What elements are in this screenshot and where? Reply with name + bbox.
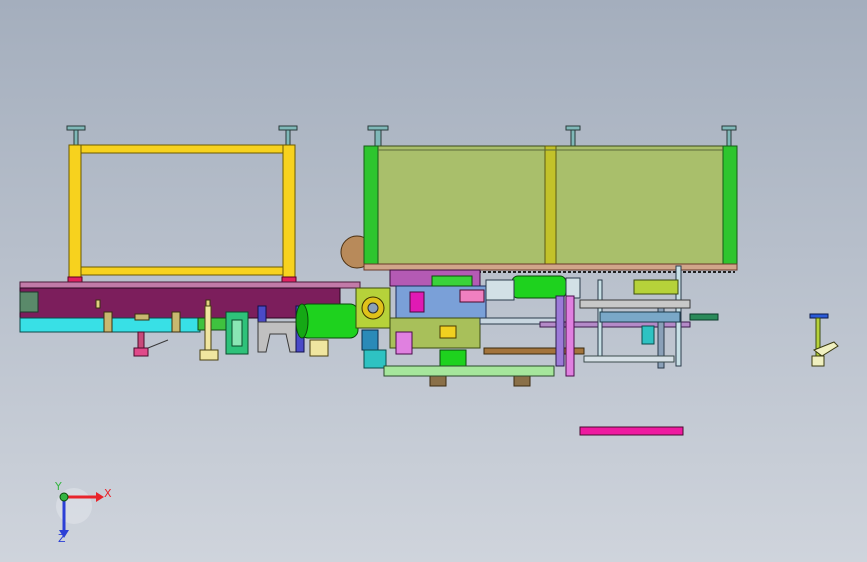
guard-box	[363, 145, 738, 265]
yellow-frame	[68, 144, 296, 278]
leveling-feet	[66, 125, 737, 147]
gearbox	[355, 287, 391, 369]
cad-viewport[interactable]: X Y Z	[0, 0, 867, 562]
magenta-bar	[579, 426, 684, 436]
z-axis-label: Z	[58, 532, 66, 545]
drive-cylinder	[295, 303, 359, 339]
coordinate-triad: X Y Z	[54, 480, 112, 545]
x-axis-label: X	[104, 487, 112, 500]
right-stand	[809, 313, 839, 367]
assembly-drawing: X Y Z	[19, 125, 839, 545]
y-axis-label: Y	[54, 480, 62, 493]
